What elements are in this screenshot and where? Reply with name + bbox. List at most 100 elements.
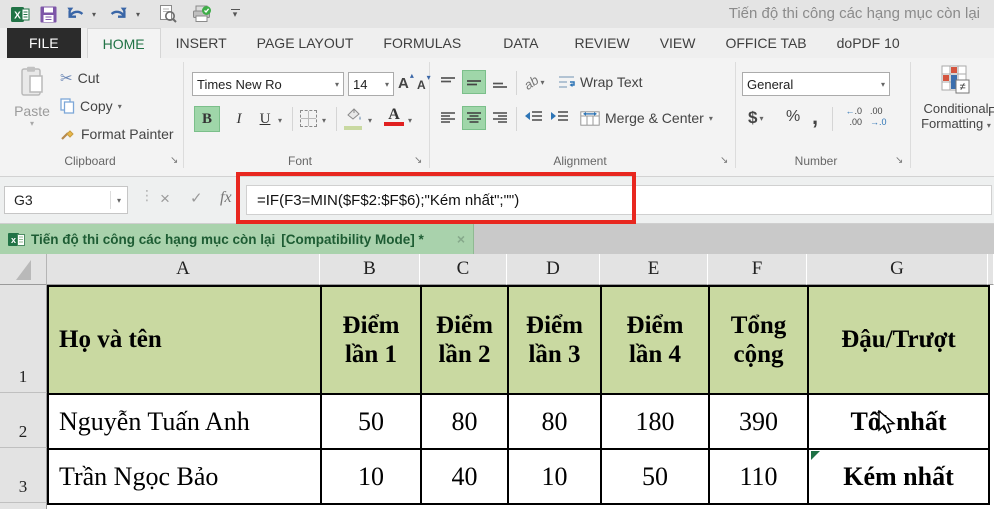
cell-e2[interactable]: 180 (602, 395, 710, 450)
cell-a3[interactable]: Trần Ngọc Bảo (49, 450, 322, 505)
row-header-2[interactable]: 2 (0, 393, 47, 448)
cell-d3[interactable]: 10 (509, 450, 602, 505)
column-header-e[interactable]: E (600, 254, 708, 285)
tab-file[interactable]: FILE (7, 28, 81, 58)
alignment-dialog-launcher[interactable]: ↘ (720, 155, 728, 166)
save-button[interactable] (38, 4, 58, 24)
formula-bar-drag-dots-icon[interactable]: ⋮ (140, 187, 154, 204)
redo-button[interactable] (108, 4, 128, 24)
tab-dopdf[interactable]: doPDF 10 (822, 28, 915, 58)
cell-d1[interactable]: Điểm lần 3 (509, 287, 602, 395)
tab-page-layout[interactable]: PAGE LAYOUT (242, 28, 369, 58)
row-header-1[interactable]: 1 (0, 285, 47, 393)
undo-button[interactable] (66, 4, 86, 24)
percent-style-button[interactable]: % (786, 108, 800, 126)
cut-button[interactable]: ✂ Cut (60, 66, 99, 90)
accounting-format-button[interactable]: $ ▾ (748, 106, 763, 130)
font-color-button[interactable]: A (384, 106, 404, 126)
formula-input[interactable]: =IF(F3=MIN($F$2:$F$6);"Kém nhất";"") (246, 185, 992, 215)
undo-caret-icon[interactable]: ▾ (92, 10, 96, 19)
font-dialog-launcher[interactable]: ↘ (414, 155, 422, 166)
increase-decimal-button[interactable]: ←←.0.0 .00 (840, 106, 862, 128)
customize-qat-button[interactable]: ▾ (228, 7, 242, 21)
quick-print-button[interactable] (192, 4, 212, 24)
fill-color-caret-icon[interactable]: ▾ (368, 116, 372, 125)
cell-a2[interactable]: Nguyễn Tuấn Anh (49, 395, 322, 450)
orientation-button[interactable]: ab ▾ (524, 70, 544, 94)
cell-g3[interactable]: Kém nhất (809, 450, 990, 505)
align-left-button[interactable] (436, 106, 460, 130)
row-header-3[interactable]: 3 (0, 448, 47, 503)
tab-review[interactable]: REVIEW (559, 28, 644, 58)
wrap-text-button[interactable]: Wrap Text (558, 70, 643, 94)
clipboard-dialog-launcher[interactable]: ↘ (170, 155, 178, 166)
cell-b1[interactable]: Điểm lần 1 (322, 287, 422, 395)
cell-b3[interactable]: 10 (322, 450, 422, 505)
tab-insert[interactable]: INSERT (161, 28, 242, 58)
tab-formulas[interactable]: FORMULAS (368, 28, 476, 58)
column-header-d[interactable]: D (507, 254, 600, 285)
fill-color-button[interactable] (344, 107, 364, 130)
top-align-button[interactable] (436, 70, 460, 94)
cell-c2[interactable]: 80 (422, 395, 509, 450)
cell-b2[interactable]: 50 (322, 395, 422, 450)
format-painter-button[interactable]: Format Painter (60, 122, 174, 146)
cell-f1[interactable]: Tổng cộng (710, 287, 809, 395)
decrease-font-size-button[interactable]: A▾ (417, 73, 431, 97)
decrease-indent-button[interactable] (524, 110, 543, 129)
merge-center-button[interactable]: Merge & Center ▾ (580, 106, 713, 130)
print-preview-button[interactable] (158, 4, 178, 24)
enter-button[interactable]: ✓ (190, 189, 203, 207)
select-all-triangle-icon (16, 260, 31, 280)
comma-style-button[interactable]: , (812, 104, 818, 130)
column-header-g[interactable]: G (807, 254, 988, 285)
tab-office-tab[interactable]: OFFICE TAB (710, 28, 821, 58)
cell-c3[interactable]: 40 (422, 450, 509, 505)
cell-c1[interactable]: Điểm lần 2 (422, 287, 509, 395)
decrease-decimal-button[interactable]: .00 →.0 (870, 106, 892, 128)
select-all-button[interactable] (0, 254, 47, 285)
tab-data[interactable]: DATA (488, 28, 553, 58)
name-box-caret-icon[interactable]: ▾ (111, 196, 127, 205)
increase-font-size-button[interactable]: A▴ (398, 71, 414, 95)
bold-button[interactable]: B (194, 106, 220, 132)
cell-g2[interactable]: Tốt nhất (809, 395, 990, 450)
font-size-combo[interactable]: 14 ▾ (348, 72, 394, 96)
cell-e1[interactable]: Điểm lần 4 (602, 287, 710, 395)
tab-view[interactable]: VIEW (645, 28, 711, 58)
column-header-f[interactable]: F (708, 254, 807, 285)
borders-button[interactable] (300, 110, 317, 127)
align-right-button[interactable] (488, 106, 512, 130)
document-tab-close-icon[interactable]: × (457, 231, 465, 247)
cell-f3[interactable]: 110 (710, 450, 809, 505)
cell-f2[interactable]: 390 (710, 395, 809, 450)
column-header-b[interactable]: B (320, 254, 420, 285)
copy-button[interactable]: Copy ▾ (60, 94, 122, 118)
font-name-combo[interactable]: Times New Ro ▾ (192, 72, 344, 96)
underline-caret-icon[interactable]: ▾ (278, 116, 282, 125)
borders-caret-icon[interactable]: ▾ (322, 116, 326, 125)
paste-button[interactable]: Paste ▾ (8, 64, 56, 150)
cell-a1[interactable]: Họ và tên (49, 287, 322, 395)
column-header-c[interactable]: C (420, 254, 507, 285)
name-box[interactable]: G3 ▾ (4, 186, 128, 214)
font-color-caret-icon[interactable]: ▾ (408, 116, 412, 125)
center-button[interactable] (462, 106, 486, 130)
number-format-combo[interactable]: General ▾ (742, 72, 890, 96)
cancel-button[interactable]: × (160, 189, 170, 209)
column-header-a[interactable]: A (47, 254, 320, 285)
increase-indent-button[interactable] (550, 110, 569, 129)
insert-function-button[interactable]: fx (220, 189, 232, 207)
tab-home[interactable]: HOME (87, 28, 161, 58)
redo-caret-icon[interactable]: ▾ (136, 10, 140, 19)
bottom-align-button[interactable] (488, 70, 512, 94)
conditional-formatting-button[interactable]: ≠ Conditional Formatting ▾ (916, 64, 994, 131)
italic-button[interactable]: I (226, 106, 252, 132)
underline-button[interactable]: U (252, 106, 278, 132)
document-tab[interactable]: x Tiến độ thi công các hạng mục còn lại … (0, 224, 474, 254)
cell-d2[interactable]: 80 (509, 395, 602, 450)
cell-g1[interactable]: Đậu/Trượt (809, 287, 990, 395)
number-dialog-launcher[interactable]: ↘ (895, 155, 903, 166)
middle-align-button[interactable] (462, 70, 486, 94)
cell-e3[interactable]: 50 (602, 450, 710, 505)
